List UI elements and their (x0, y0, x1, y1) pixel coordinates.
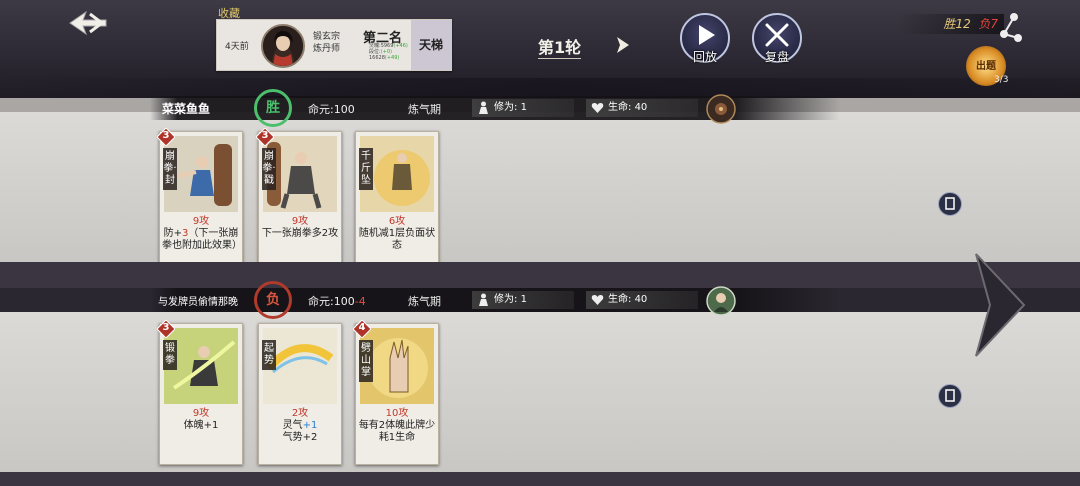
player1-life: 生命: 40 (586, 99, 698, 117)
divider-band (0, 262, 1080, 288)
player1-realm: 炼气期 (408, 103, 441, 116)
card-attack: 6攻 (388, 216, 406, 227)
player1-emblem-icon[interactable] (706, 94, 736, 124)
next-round-arrow-icon[interactable] (968, 250, 1032, 360)
quiz-label: 出题 (976, 61, 996, 72)
quiz-count: 3/3 (994, 75, 1009, 85)
player1-result-badge: 胜 (254, 89, 292, 127)
card-log-button[interactable] (938, 384, 962, 408)
player2-realm: 炼气期 (408, 295, 441, 308)
player2-hp-label: 命元: (308, 295, 334, 308)
heart-icon (591, 103, 604, 113)
card-desc: 6攻 随机减1层负面状态 (358, 216, 436, 252)
share-icon[interactable] (996, 12, 1024, 44)
player2-hp: 命元:100-4 (308, 293, 366, 309)
card-attack: 2攻 (291, 408, 309, 419)
card[interactable]: 3 崩拳·封 9攻 防+3（下一张崩拳也附加此效果） (157, 128, 243, 273)
card-name: 千斤坠 (359, 148, 373, 190)
record-time: 4天前 (225, 42, 249, 52)
card-effect: 随机减1层负面状态 (358, 228, 436, 251)
card-log-button[interactable] (938, 192, 962, 216)
card-effect: 每有2体魄此牌少耗1生命 (358, 420, 436, 443)
win-loss-record: 胜12 负7 (898, 14, 1004, 34)
card-attack: 9攻 (192, 408, 210, 419)
card[interactable]: 4 劈山掌 10攻 每有2体魄此牌少耗1生命 (353, 320, 439, 465)
player1-hp-label: 命元: (308, 103, 334, 116)
player1-cultivation-value: 1 (520, 102, 527, 113)
player2-cultivation-value: 1 (520, 294, 527, 305)
card-effect: 灵气 (282, 420, 303, 431)
card[interactable]: 3 锻拳 9攻 体魄+1 (157, 320, 243, 465)
card-level: 4 (358, 322, 366, 333)
player-avatar (261, 24, 305, 68)
player1-cultivation-label: 修为: (494, 102, 518, 113)
player2-hp-change: -4 (354, 295, 366, 308)
replay-button[interactable]: 回放 (680, 13, 730, 64)
review-label: 复盘 (764, 50, 789, 64)
review-button[interactable]: 复盘 (752, 13, 802, 64)
record-sect: 锻玄宗 (313, 32, 341, 42)
heart-icon (591, 295, 604, 305)
player1-life-label: 生命: (608, 102, 632, 113)
card-name: 崩拳·封 (163, 148, 177, 190)
card-attack: 10攻 (385, 408, 409, 419)
card[interactable]: 起势 2攻 灵气+1 气势+2 (258, 323, 342, 465)
card[interactable]: 千斤坠 6攻 随机减1层负面状态 (355, 131, 439, 273)
player2-cultivation: 修为: 1 (472, 291, 574, 309)
card-effect-number: +1 (302, 420, 318, 431)
card-name: 起势 (262, 340, 276, 370)
player2-avatar-icon[interactable] (706, 286, 736, 316)
player2-bar: 与发牌员偷情那晚 负 命元:100-4 炼气期 修为: 1 生命: 40 (150, 281, 840, 319)
card-level: 3 (261, 130, 269, 141)
round-title: 第1轮 (538, 34, 582, 59)
card-level: 3 (162, 322, 170, 333)
card-name: 崩拳·戳 (262, 148, 276, 190)
stat3-delta: (+49) (384, 55, 400, 61)
card-desc: 9攻 下一张崩拳多2攻 (261, 216, 339, 240)
card-level: 3 (162, 130, 170, 141)
card-desc: 9攻 防+3（下一张崩拳也附加此效果） (162, 216, 242, 252)
stat1-delta: (+46) (393, 43, 408, 49)
chevron-right-icon[interactable] (612, 34, 634, 56)
player2-result-badge: 负 (254, 281, 292, 319)
card-name: 劈山掌 (359, 340, 373, 382)
card-desc: 10攻 每有2体魄此牌少耗1生命 (358, 408, 436, 444)
player2-hp-value: 100 (333, 295, 355, 308)
stat3-value: 16628 (369, 55, 385, 61)
card[interactable]: 3 崩拳·戳 9攻 下一张崩拳多2攻 (256, 128, 342, 273)
player2-life-value: 40 (634, 294, 648, 305)
player2-life: 生命: 40 (586, 291, 698, 309)
win-count: 胜12 (943, 17, 971, 31)
player2-life-label: 生命: (608, 294, 632, 305)
player1-bar: 菜菜鱼鱼 胜 命元:100 炼气期 修为: 1 生命: 40 (150, 89, 840, 127)
match-record-card[interactable]: 4天前 锻玄宗 炼丹师 第二名 灵魄:5969(+46) 段位:(+0) 166… (216, 19, 452, 71)
player1-hp-value: 100 (333, 103, 355, 116)
card-effect: 体魄+1 (183, 420, 219, 431)
record-mode-badge: 天梯 (411, 20, 451, 70)
scroll-icon (945, 389, 955, 402)
card-name: 锻拳 (163, 340, 177, 370)
record-stats: 灵魄:5969(+46) 段位:(+0) 16628(+49) (369, 43, 408, 61)
scroll-icon (945, 197, 955, 210)
player1-life-value: 40 (634, 102, 648, 113)
card-desc: 9攻 体魄+1 (162, 408, 240, 432)
person-icon (479, 101, 488, 114)
player1-cultivation: 修为: 1 (472, 99, 574, 117)
player2-name: 与发牌员偷情那晚 (158, 297, 238, 308)
player1-hp: 命元:100 (308, 101, 355, 117)
card-attack: 9攻 (192, 216, 210, 227)
card-effect: 防+ (163, 228, 182, 239)
player2-cultivation-label: 修为: (494, 294, 518, 305)
card-desc: 2攻 灵气+1 气势+2 (261, 408, 339, 444)
record-sect-role: 锻玄宗 炼丹师 (313, 31, 340, 55)
record-role: 炼丹师 (313, 44, 341, 54)
player1-name: 菜菜鱼鱼 (162, 102, 211, 116)
card-attack: 9攻 (291, 216, 309, 227)
replay-label: 回放 (692, 50, 717, 64)
back-arrow-icon[interactable] (66, 8, 110, 38)
person-icon (479, 293, 488, 306)
bottom-edge (0, 472, 1080, 486)
card-effect: 下一张崩拳多2攻 (261, 228, 339, 239)
card-effect-tail: 气势+2 (282, 432, 318, 443)
